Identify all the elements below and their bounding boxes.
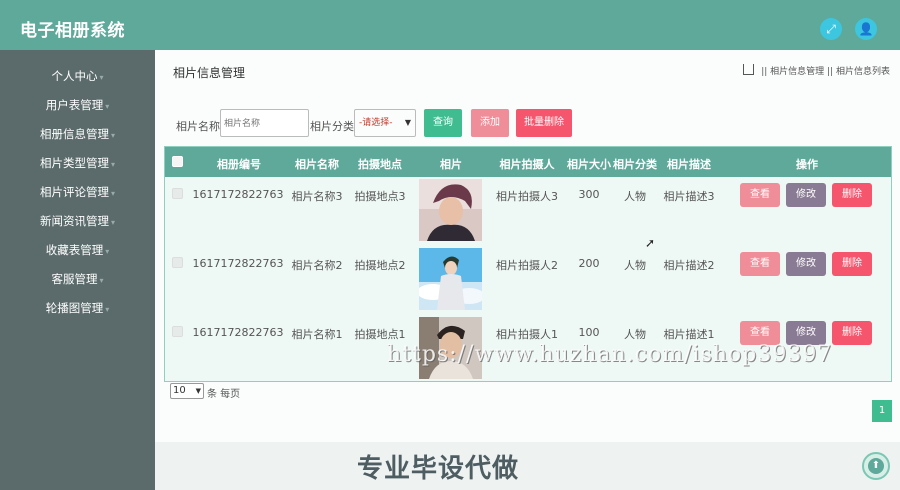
photo-size-cell: 100 (578, 326, 600, 339)
album-number-cell: 1617172822763 (192, 188, 284, 201)
chevron-down-icon: ▾ (110, 218, 115, 227)
photo-description-cell: 相片描述2 (663, 259, 715, 272)
chevron-down-icon: ▾ (110, 160, 115, 169)
breadcrumb: || 相片信息管理 || 相片信息列表 (743, 64, 890, 77)
column-header: 相片描述 (667, 158, 711, 171)
column-header: 相册编号 (217, 158, 261, 171)
sidebar-item-photo-types[interactable]: 相片类型管理 ▾ (0, 151, 155, 175)
back-to-top-button[interactable]: ⬆ (862, 452, 890, 480)
photo-category-select[interactable]: -请选择- ▼ (354, 109, 416, 137)
watermark: https://www.huzhan.com/ishop39397 (387, 342, 833, 367)
main-content: 相片信息管理 || 相片信息管理 || 相片信息列表 相片名称 相片分类 -请选… (155, 50, 900, 442)
location-cell: 拍摄地点3 (354, 190, 406, 203)
location-cell: 拍摄地点2 (354, 259, 406, 272)
location-cell: 拍摄地点1 (354, 328, 406, 341)
photo-size-cell: 300 (578, 188, 600, 201)
chevron-down-icon: ▾ (105, 305, 110, 314)
fullscreen-icon[interactable]: ⤢ (820, 18, 842, 40)
chevron-down-icon: ▾ (110, 189, 115, 198)
row-checkbox[interactable] (172, 188, 183, 199)
arrow-up-icon: ⬆ (868, 458, 884, 474)
breadcrumb-separator: || (827, 67, 834, 77)
delete-button[interactable]: 删除 (832, 183, 872, 207)
column-header: 相片分类 (613, 158, 657, 171)
user-icon[interactable]: 👤 (855, 18, 877, 40)
photographer-cell: 相片拍摄人3 (496, 190, 558, 203)
photo-name-cell: 相片名称2 (291, 259, 343, 272)
chevron-down-icon: ▾ (99, 276, 104, 285)
add-button[interactable]: 添加 (471, 109, 509, 137)
sidebar-item-carousel[interactable]: 轮播图管理 ▾ (0, 296, 155, 320)
batch-delete-button[interactable]: 批量删除 (516, 109, 572, 137)
photographer-cell: 相片拍摄人1 (496, 328, 558, 341)
select-all-checkbox[interactable] (172, 156, 183, 167)
album-number-cell: 1617172822763 (192, 326, 284, 339)
breadcrumb-item: 相片信息列表 (835, 67, 890, 77)
photo-thumbnail[interactable] (419, 179, 482, 241)
album-number-cell: 1617172822763 (192, 257, 284, 270)
photo-size-cell: 200 (578, 257, 600, 270)
delete-button[interactable]: 删除 (832, 252, 872, 276)
photo-thumbnail[interactable] (419, 248, 482, 310)
sidebar: 个人中心 ▾ 用户表管理 ▾ 相册信息管理 ▾ 相片类型管理 ▾ 相片评论管理 ▾ 新闻资… (0, 50, 155, 490)
sidebar-item-news[interactable]: 新闻资讯管理 ▾ (0, 209, 155, 233)
breadcrumb-item[interactable]: 相片信息管理 (770, 67, 824, 77)
home-icon[interactable] (743, 64, 755, 75)
column-header: 相片大小 (567, 158, 611, 171)
photographer-cell: 相片拍摄人2 (496, 259, 558, 272)
column-header: 相片拍摄人 (499, 158, 555, 171)
photo-name-label: 相片名称 (176, 120, 220, 133)
row-checkbox[interactable] (172, 257, 183, 268)
sidebar-item-customer-service[interactable]: 客服管理 ▾ (0, 267, 155, 291)
photo-category-cell: 人物 (624, 328, 646, 341)
edit-button[interactable]: 修改 (786, 252, 826, 276)
photo-description-cell: 相片描述3 (663, 190, 715, 203)
table-row: 1617172822763 相片名称3 拍摄地点3 相片拍摄人3 300 人物 … (165, 178, 891, 247)
page-title: 相片信息管理 (173, 66, 246, 80)
photo-category-cell: 人物 (624, 259, 646, 272)
row-checkbox[interactable] (172, 326, 183, 337)
sidebar-item-photo-comments[interactable]: 相片评论管理 ▾ (0, 180, 155, 204)
column-header: 操作 (796, 158, 818, 171)
sidebar-item-users[interactable]: 用户表管理 ▾ (0, 93, 155, 117)
view-button[interactable]: 查看 (740, 183, 780, 207)
table-row: 1617172822763 相片名称2 拍摄地点2 相片拍摄人2 200 人物 … (165, 247, 891, 316)
photo-description-cell: 相片描述1 (663, 328, 715, 341)
page-number-button[interactable]: 1 (872, 400, 892, 422)
photo-name-cell: 相片名称1 (291, 328, 343, 341)
chevron-down-icon: ▼ (404, 118, 411, 127)
breadcrumb-separator: || (761, 67, 768, 77)
page-size-select[interactable]: 10 ▼ (170, 383, 204, 399)
table-header: 相册编号 相片名称 拍摄地点 相片 相片拍摄人 相片大小 相片分类 相片描述 操… (165, 147, 891, 177)
column-header: 相片名称 (295, 158, 339, 171)
promo-banner-text: 专业毕设代做 (357, 454, 520, 484)
sidebar-item-favorites[interactable]: 收藏表管理 ▾ (0, 238, 155, 262)
column-header: 相片 (440, 158, 462, 171)
photo-category-label: 相片分类 (310, 120, 354, 133)
sidebar-item-personal-center[interactable]: 个人中心 ▾ (0, 64, 155, 88)
chevron-down-icon: ▾ (105, 102, 110, 111)
photo-category-cell: 人物 (624, 190, 646, 203)
chevron-down-icon: ▼ (195, 387, 201, 395)
edit-button[interactable]: 修改 (786, 183, 826, 207)
photo-name-input[interactable] (220, 109, 309, 137)
mouse-cursor-icon: ➚ (645, 236, 656, 250)
photo-name-cell: 相片名称3 (291, 190, 343, 203)
chevron-down-icon: ▾ (105, 247, 110, 256)
app-title: 电子相册系统 (20, 21, 125, 41)
delete-button[interactable]: 删除 (832, 321, 872, 345)
top-bar: 电子相册系统 ⤢ 👤 (0, 0, 900, 50)
view-button[interactable]: 查看 (740, 252, 780, 276)
query-button[interactable]: 查询 (424, 109, 462, 137)
chevron-down-icon: ▾ (110, 131, 115, 140)
chevron-down-icon: ▾ (99, 73, 104, 82)
sidebar-item-albums[interactable]: 相册信息管理 ▾ (0, 122, 155, 146)
column-header: 拍摄地点 (358, 158, 402, 171)
per-page-label: 条 每页 (207, 389, 241, 400)
